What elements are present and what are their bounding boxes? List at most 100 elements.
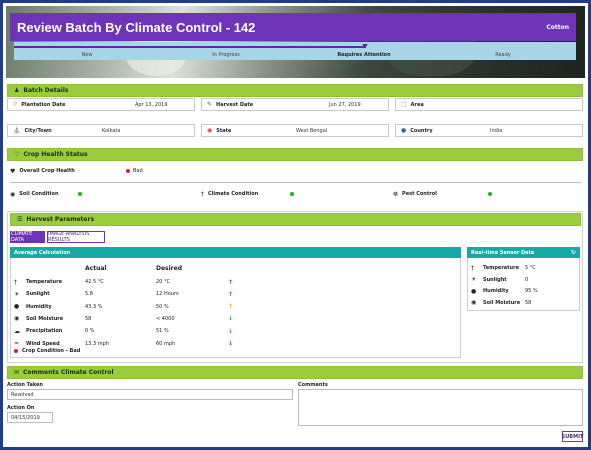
crop-condition: Crop Condition - Bad — [14, 346, 80, 356]
harvest-parameters-header[interactable]: ☰ Harvest Parameters — [10, 213, 581, 226]
user-icon: ♟ — [14, 87, 20, 94]
soil-icon: ◉ — [10, 190, 16, 198]
comments-label: Comments — [298, 382, 328, 388]
climate-status-dot-icon — [290, 192, 294, 196]
state-box: ◉ State West Bengal — [201, 124, 389, 137]
realtime-sensor-header: Real-time Sensor Data ↻ — [467, 247, 580, 258]
submit-button[interactable]: SUBMIT — [562, 431, 583, 442]
harvest-date-value: Jun 27, 2019 — [329, 101, 361, 108]
sensor-name: Temperature — [483, 265, 519, 271]
metric-desired: 20 °C — [156, 279, 170, 285]
metric-row: ● Humidity 43.3 % 50 % ↑ — [14, 302, 454, 312]
harvest-parameters-title: Harvest Parameters — [26, 216, 95, 223]
globe-icon: ● — [401, 127, 407, 134]
sun-icon: ☀ — [471, 276, 477, 283]
crop-condition-dot-icon — [14, 349, 18, 353]
area-icon: □ — [401, 101, 407, 108]
rain-icon: ☁ — [14, 327, 20, 335]
comments-header[interactable]: ✉ Comments Climate Control — [7, 366, 583, 379]
step-in-progress[interactable]: In Progress — [212, 52, 240, 58]
metric-name: Soil Moisture — [26, 315, 64, 322]
metric-row: ☀ Sunlight 5.8 12 Hours ↑ — [14, 289, 454, 299]
sensor-value: 5 °C — [525, 265, 536, 271]
arrow-down-icon: ↓ — [228, 327, 234, 335]
pest-status-dot-icon — [488, 192, 492, 196]
arrow-down-icon: ↓ — [228, 315, 234, 323]
metric-name: Sunlight — [26, 291, 50, 298]
column-actual: Actual — [85, 265, 107, 272]
batch-details-title: Batch Details — [23, 87, 69, 94]
plantation-date-value: Apr 13, 2019 — [135, 101, 168, 108]
sensor-name: Humidity — [483, 288, 509, 294]
humidity-icon: ● — [14, 303, 20, 311]
status-dot-icon — [126, 169, 130, 173]
sun-icon: ☀ — [14, 290, 20, 298]
column-desired: Desired — [156, 265, 183, 272]
progress-marker-icon — [362, 44, 368, 48]
state-value: West Bengal — [296, 127, 328, 134]
step-requires-attention[interactable]: Requires Attention — [337, 52, 390, 58]
step-new[interactable]: New — [82, 52, 93, 58]
step-ready[interactable]: Ready — [495, 52, 511, 58]
sensor-row: ☀ Sunlight 0 — [471, 275, 576, 285]
metric-row: ◉ Soil Moisture 58 < 4000 ↓ — [14, 314, 454, 324]
country-label: Country — [410, 127, 433, 134]
thermometer-icon: † — [471, 264, 474, 272]
pest-control-label: Pest Control — [402, 191, 437, 197]
pest-control: ❁ Pest Control — [393, 189, 437, 199]
refresh-icon[interactable]: ↻ — [571, 249, 576, 256]
climate-condition-label: Climate Condition — [208, 191, 259, 197]
humidity-icon: ● — [471, 287, 477, 295]
city-box: ⛪ City/Town Kolkata — [7, 124, 195, 137]
arrow-up-icon: ↑ — [228, 303, 234, 311]
harvest-date-box: ✎ Harvest Date Jun 27, 2019 — [201, 98, 389, 111]
city-label: City/Town — [24, 127, 52, 134]
crop-name: Cotton — [546, 23, 569, 31]
action-on-date-input[interactable] — [7, 412, 53, 423]
realtime-sensor-title: Real-time Sensor Data — [471, 249, 535, 256]
metric-actual: 5.8 — [85, 291, 93, 298]
action-taken-input[interactable] — [7, 389, 293, 400]
state-icon: ◉ — [207, 127, 213, 134]
metric-desired: 12 Hours — [156, 291, 179, 298]
bug-icon: ❁ — [393, 190, 399, 198]
metric-row: ☁ Precipitation 0 % 51 % ↓ — [14, 326, 454, 336]
tab-image-analysis[interactable]: IMAGE ANALYSIS RESULTS — [47, 231, 105, 243]
comment-icon: ✉ — [14, 369, 20, 376]
sensor-name: Sunlight — [483, 276, 507, 283]
comments-textarea[interactable] — [298, 389, 583, 426]
title-bar: Review Batch By Climate Control - 142 Co… — [10, 13, 576, 41]
sensor-row: ● Humidity 95 % — [471, 286, 576, 296]
plantation-date-box: ℙ Plantation Date Apr 13, 2019 — [7, 98, 195, 111]
sensor-name: Soil Moisture — [483, 299, 521, 306]
sensor-row: † Temperature 5 °C — [471, 263, 576, 273]
crop-health-header[interactable]: ♡ Crop Health Status — [7, 148, 583, 161]
heart-icon: ♥ — [10, 167, 16, 175]
overall-crop-health-label: Overall Crop Health — [19, 168, 75, 174]
metric-desired: 60 mph — [156, 340, 176, 347]
arrow-up-icon: ↑ — [228, 278, 234, 286]
batch-details-header[interactable]: ♟ Batch Details — [7, 84, 583, 97]
soil-icon: ◉ — [14, 315, 20, 323]
metric-desired: 50 % — [156, 303, 169, 310]
average-calculation-header: Average Calculation — [10, 247, 461, 258]
metric-desired: < 4000 — [156, 315, 175, 322]
thermometer-icon: † — [201, 190, 204, 198]
area-box: □ Area — [395, 98, 583, 111]
list-icon: ☰ — [17, 216, 23, 223]
metric-actual: 43.3 % — [85, 303, 103, 310]
metric-name: Temperature — [26, 279, 62, 285]
arrow-up-icon: ↑ — [228, 290, 234, 298]
metric-name: Precipitation — [26, 328, 63, 335]
overall-crop-health: ♥ Overall Crop Health — [10, 166, 75, 176]
country-box: ● Country India — [395, 124, 583, 137]
progress-track — [14, 46, 366, 48]
country-value: India — [490, 127, 503, 134]
soil-status-dot-icon — [78, 192, 82, 196]
climate-condition: † Climate Condition — [201, 189, 258, 199]
tab-climate-data[interactable]: CLIMATE DATA — [10, 231, 45, 243]
metric-row: † Temperature 42.5 °C 20 °C ↑ — [14, 277, 454, 287]
soil-icon: ◉ — [471, 299, 477, 306]
harvest-date-label: Harvest Date — [216, 101, 254, 108]
metric-name: Humidity — [26, 303, 52, 310]
